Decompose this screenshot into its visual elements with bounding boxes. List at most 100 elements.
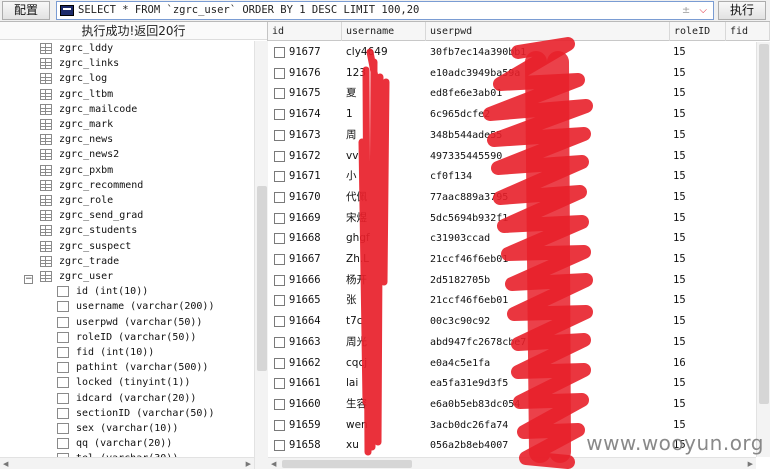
grid-hscroll-thumb[interactable]: [282, 460, 412, 468]
table-row[interactable]: 91673 周 348b544ade55 15: [268, 125, 756, 146]
column-icon: [57, 286, 69, 298]
row-checkbox[interactable]: [274, 357, 285, 369]
table-row[interactable]: 91666 杨开 2d5182705b 15: [268, 270, 756, 291]
tree-horizontal-scrollbar[interactable]: ◀ ▶: [0, 457, 254, 469]
tree-item-label: zgrc_user: [59, 271, 114, 282]
row-checkbox[interactable]: [274, 88, 285, 100]
table-icon: [40, 149, 52, 161]
column-icon: [57, 392, 69, 404]
sql-history-controls[interactable]: ± ⌵: [682, 2, 710, 19]
grid-horizontal-scrollbar[interactable]: ◀ ▶: [268, 457, 756, 469]
row-checkbox[interactable]: [274, 378, 285, 390]
dropdown-icon[interactable]: ⌵: [699, 5, 710, 16]
row-checkbox[interactable]: [274, 398, 285, 410]
table-row[interactable]: 91674 1 6c965dcfe2 15: [268, 104, 756, 125]
table-icon: [40, 225, 52, 237]
scroll-right-icon[interactable]: ▶: [748, 460, 753, 468]
tree-item-label: zgrc_recommend: [59, 179, 144, 191]
row-checkbox[interactable]: [274, 67, 285, 79]
row-checkbox[interactable]: [274, 254, 285, 265]
cell-userpwd: e6a0b5eb83dc054: [430, 398, 521, 410]
table-row[interactable]: 91664 t7c 00c3c90c92 15: [268, 311, 756, 332]
table-row[interactable]: 91669 宋煜 5dc5694b932f1 15: [268, 208, 756, 229]
column-header-userpwd[interactable]: userpwd: [426, 22, 670, 41]
run-button[interactable]: 执行: [718, 1, 766, 20]
row-checkbox[interactable]: [274, 440, 285, 452]
cell-userpwd: ea5fa31e9d3f5: [430, 378, 509, 390]
column-icon: [57, 331, 69, 343]
config-button[interactable]: 配置: [2, 1, 50, 20]
cell-id: 91673: [289, 128, 321, 141]
tree-item-label: idcard (varchar(20)): [76, 392, 197, 404]
row-checkbox[interactable]: [274, 150, 285, 162]
tree-scroll-thumb[interactable]: [257, 186, 267, 371]
table-row[interactable]: 91663 周光 abd947fc2678cbe7 15: [268, 332, 756, 353]
cell-username: 代佩: [346, 190, 367, 203]
sql-history-marker: ±: [681, 5, 694, 16]
cell-username: 周: [346, 128, 357, 141]
table-row[interactable]: 91661 lai ea5fa31e9d3f5 15: [268, 373, 756, 394]
row-checkbox[interactable]: [274, 295, 285, 307]
cell-id: 91671: [289, 170, 321, 183]
scroll-left-icon[interactable]: ◀: [3, 460, 8, 468]
cell-id: 91672: [289, 149, 321, 162]
cell-username: 宋煜: [346, 211, 367, 224]
tree-item-label: username (varchar(200)): [76, 301, 215, 313]
cell-userpwd: 30fb7ec14a390bb1: [430, 47, 527, 58]
grid-vertical-scrollbar[interactable]: [756, 42, 770, 457]
table-row[interactable]: 91676 123 e10adc3949ba59a 15: [268, 63, 756, 84]
table-row[interactable]: 91668 ghgf c31903ccad 15: [268, 228, 756, 249]
table-icon: [40, 73, 52, 85]
tree-item-label: pathint (varchar(500)): [76, 362, 209, 374]
grid-scroll-thumb[interactable]: [759, 44, 769, 404]
scroll-right-icon[interactable]: ▶: [246, 460, 251, 468]
tree-item-label: zgrc_role: [59, 195, 114, 206]
tree-item-label: zgrc_links: [59, 58, 120, 70]
row-checkbox[interactable]: [274, 47, 285, 58]
cell-username: 张: [346, 294, 357, 307]
cell-userpwd: c31903ccad: [430, 233, 491, 245]
row-checkbox[interactable]: [274, 109, 285, 121]
row-checkbox[interactable]: [274, 233, 285, 245]
tree-item-label: zgrc_mailcode: [59, 103, 138, 115]
row-checkbox[interactable]: [274, 336, 285, 348]
row-checkbox[interactable]: [274, 212, 285, 224]
collapse-icon[interactable]: −: [24, 275, 33, 284]
table-row[interactable]: 91662 cqcj e0a4c5e1fa 16: [268, 353, 756, 374]
table-row[interactable]: 91667 Zh.L 21ccf46f6eb01 15: [268, 249, 756, 270]
table-row[interactable]: 91660 生容 e6a0b5eb83dc054 15: [268, 394, 756, 415]
cell-roleid: 15: [673, 211, 686, 224]
row-checkbox[interactable]: [274, 129, 285, 141]
table-row[interactable]: 91672 vv 497335445590 15: [268, 146, 756, 167]
table-row[interactable]: 91670 代佩 77aac889a3795 15: [268, 187, 756, 208]
cell-username: lai: [346, 377, 359, 390]
row-checkbox[interactable]: [274, 191, 285, 203]
tree-item-label: zgrc_lddy: [59, 43, 114, 54]
table-row[interactable]: 91677 cly4649 30fb7ec14a390bb1 15: [268, 42, 756, 63]
cell-username: 杨开: [346, 273, 367, 286]
column-header-roleid[interactable]: roleID: [670, 22, 726, 41]
row-checkbox[interactable]: [274, 274, 285, 286]
sql-query-input[interactable]: SELECT * FROM `zgrc_user` ORDER BY 1 DES…: [56, 1, 714, 20]
table-icon: [40, 103, 52, 115]
cell-username: wen: [346, 418, 368, 431]
status-message: 执行成功!返回20行: [0, 22, 267, 40]
cell-userpwd: abd947fc2678cbe7: [430, 336, 527, 348]
row-checkbox[interactable]: [274, 419, 285, 431]
table-row[interactable]: 91675 夏 ed8fe6e3ab01 15: [268, 83, 756, 104]
row-checkbox[interactable]: [274, 171, 285, 183]
column-header-id[interactable]: id: [268, 22, 342, 41]
table-icon: [40, 88, 52, 100]
column-header-username[interactable]: username: [342, 22, 426, 41]
tree-vertical-scrollbar[interactable]: [254, 41, 268, 469]
table-row[interactable]: 91671 小 cf0f134 15: [268, 166, 756, 187]
cell-userpwd: 21ccf46f6eb01: [430, 254, 509, 265]
row-checkbox[interactable]: [274, 316, 285, 328]
scroll-left-icon[interactable]: ◀: [271, 460, 276, 468]
column-icon: [57, 362, 69, 374]
tree-item-label: zgrc_pxbm: [59, 164, 114, 176]
column-header-fid[interactable]: fid: [726, 22, 770, 41]
grid-body: 91677 cly4649 30fb7ec14a390bb1 15 91676 123 e1…: [268, 42, 756, 457]
table-icon: [40, 271, 52, 282]
table-row[interactable]: 91665 张 21ccf46f6eb01 15: [268, 290, 756, 311]
